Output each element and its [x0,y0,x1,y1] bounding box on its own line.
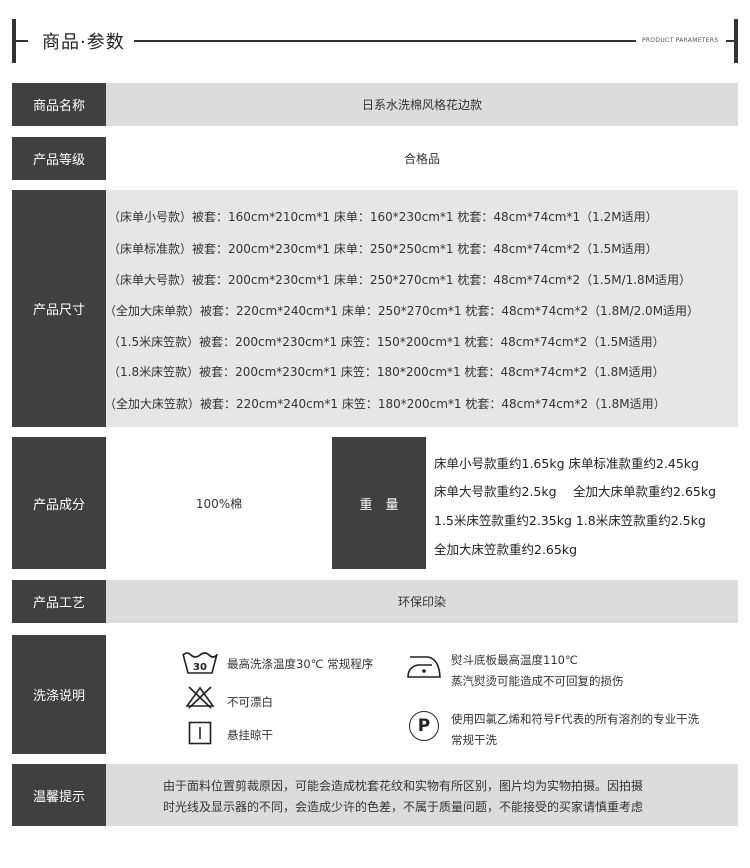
name-value: 日系水洗棉风格花边款 [106,83,738,126]
size-line: （床单小号款）被套：160cm*210cm*1 床单：160*230cm*1 枕… [108,210,658,224]
hang-dry-text: 悬挂晾干 [227,728,273,742]
wash-temp-number: 30 [193,662,207,673]
size-line: （床单大号款）被套：200cm*230cm*1 床单：250*270cm*1 枕… [108,273,692,287]
material-label: 产品成分 [12,437,106,569]
craft-value: 环保印染 [106,580,738,623]
tips-panel: 由于面料位置剪裁原因，可能会造成枕套花纹和实物有所区别，图片均为实物拍摄。因拍摄… [106,764,738,826]
wash-temp-text: 最高洗涤温度30℃ 常规程序 [227,657,374,671]
no-bleach-text: 不可漂白 [227,695,273,709]
name-label: 商品名称 [12,83,106,126]
size-line: （床单标准款）被套：200cm*230cm*1 床单：250*250cm*1 枕… [108,242,658,256]
header-right-bar [734,19,738,63]
dry-clean-p-icon: P [409,711,439,741]
section-title: 商品·参数 [42,32,125,53]
weight-line: 全加大床笠款重约2.65kg [434,542,578,557]
section-subtitle: PRODUCT PARAMETERS [642,37,719,44]
dry-clean-text-1: 使用四氯乙烯和符号F代表的所有溶剂的专业干洗 [451,712,700,726]
tips-line-1: 由于面料位置剪裁原因，可能会造成枕套花纹和实物有所区别，图片均为实物拍摄。因拍摄 [163,779,644,793]
dry-clean-text-2: 常规干洗 [451,733,497,747]
tips-label: 温馨提示 [12,764,106,826]
weight-panel: 床单小号款重约1.65kg 床单标准款重约2.45kg 床单大号款重约2.5kg… [426,437,738,569]
weight-line: 1.5米床笠款重约2.35kg 1.8米床笠款重约2.5kg [434,513,706,528]
weight-line: 床单小号款重约1.65kg 床单标准款重约2.45kg [434,456,699,471]
header-divider [134,40,636,42]
weight-line: 床单大号款重约2.5kg 全加大床单款重约2.65kg [434,484,717,499]
size-line: （1.8米床笠款）被套：200cm*230cm*1 床笠：180*200cm*1… [108,365,665,379]
wash-tub-icon: 30 [182,652,218,674]
size-line: （全加大床笠款）被套：220cm*240cm*1 床笠：180*200cm*1 … [104,397,666,411]
wash-label: 洗涤说明 [12,635,106,754]
grade-value: 合格品 [106,137,738,180]
no-bleach-icon [185,686,215,709]
grade-label: 产品等级 [12,137,106,180]
tips-line-2: 时光线及显示器的不同，会造成少许的色差，不属于质量问题，不能接受的买家请慎重考虑 [163,800,644,814]
size-label: 产品尺寸 [12,190,106,427]
header-divider-end [726,40,734,42]
header-left-tick [16,40,28,42]
material-value: 100%棉 [106,437,332,569]
iron-text-1: 熨斗底板最高温度110℃ [451,653,578,667]
craft-label: 产品工艺 [12,580,106,623]
size-line: （1.5米床笠款）被套：200cm*230cm*1 床笠：150*200cm*1… [108,335,665,349]
iron-icon [407,656,441,678]
iron-text-2: 蒸汽熨烫可能造成不可回复的损伤 [451,674,624,688]
size-panel: （床单小号款）被套：160cm*210cm*1 床单：160*230cm*1 枕… [104,190,738,427]
weight-label: 重 量 [332,437,426,569]
hang-dry-icon [188,721,212,745]
wash-panel: 30 最高洗涤温度30℃ 常规程序 不可漂白 悬挂晾干 熨斗底板最高温度110℃… [106,635,738,754]
size-line: （全加大床单款）被套：220cm*240cm*1 床单：250*270cm*1 … [104,304,700,318]
